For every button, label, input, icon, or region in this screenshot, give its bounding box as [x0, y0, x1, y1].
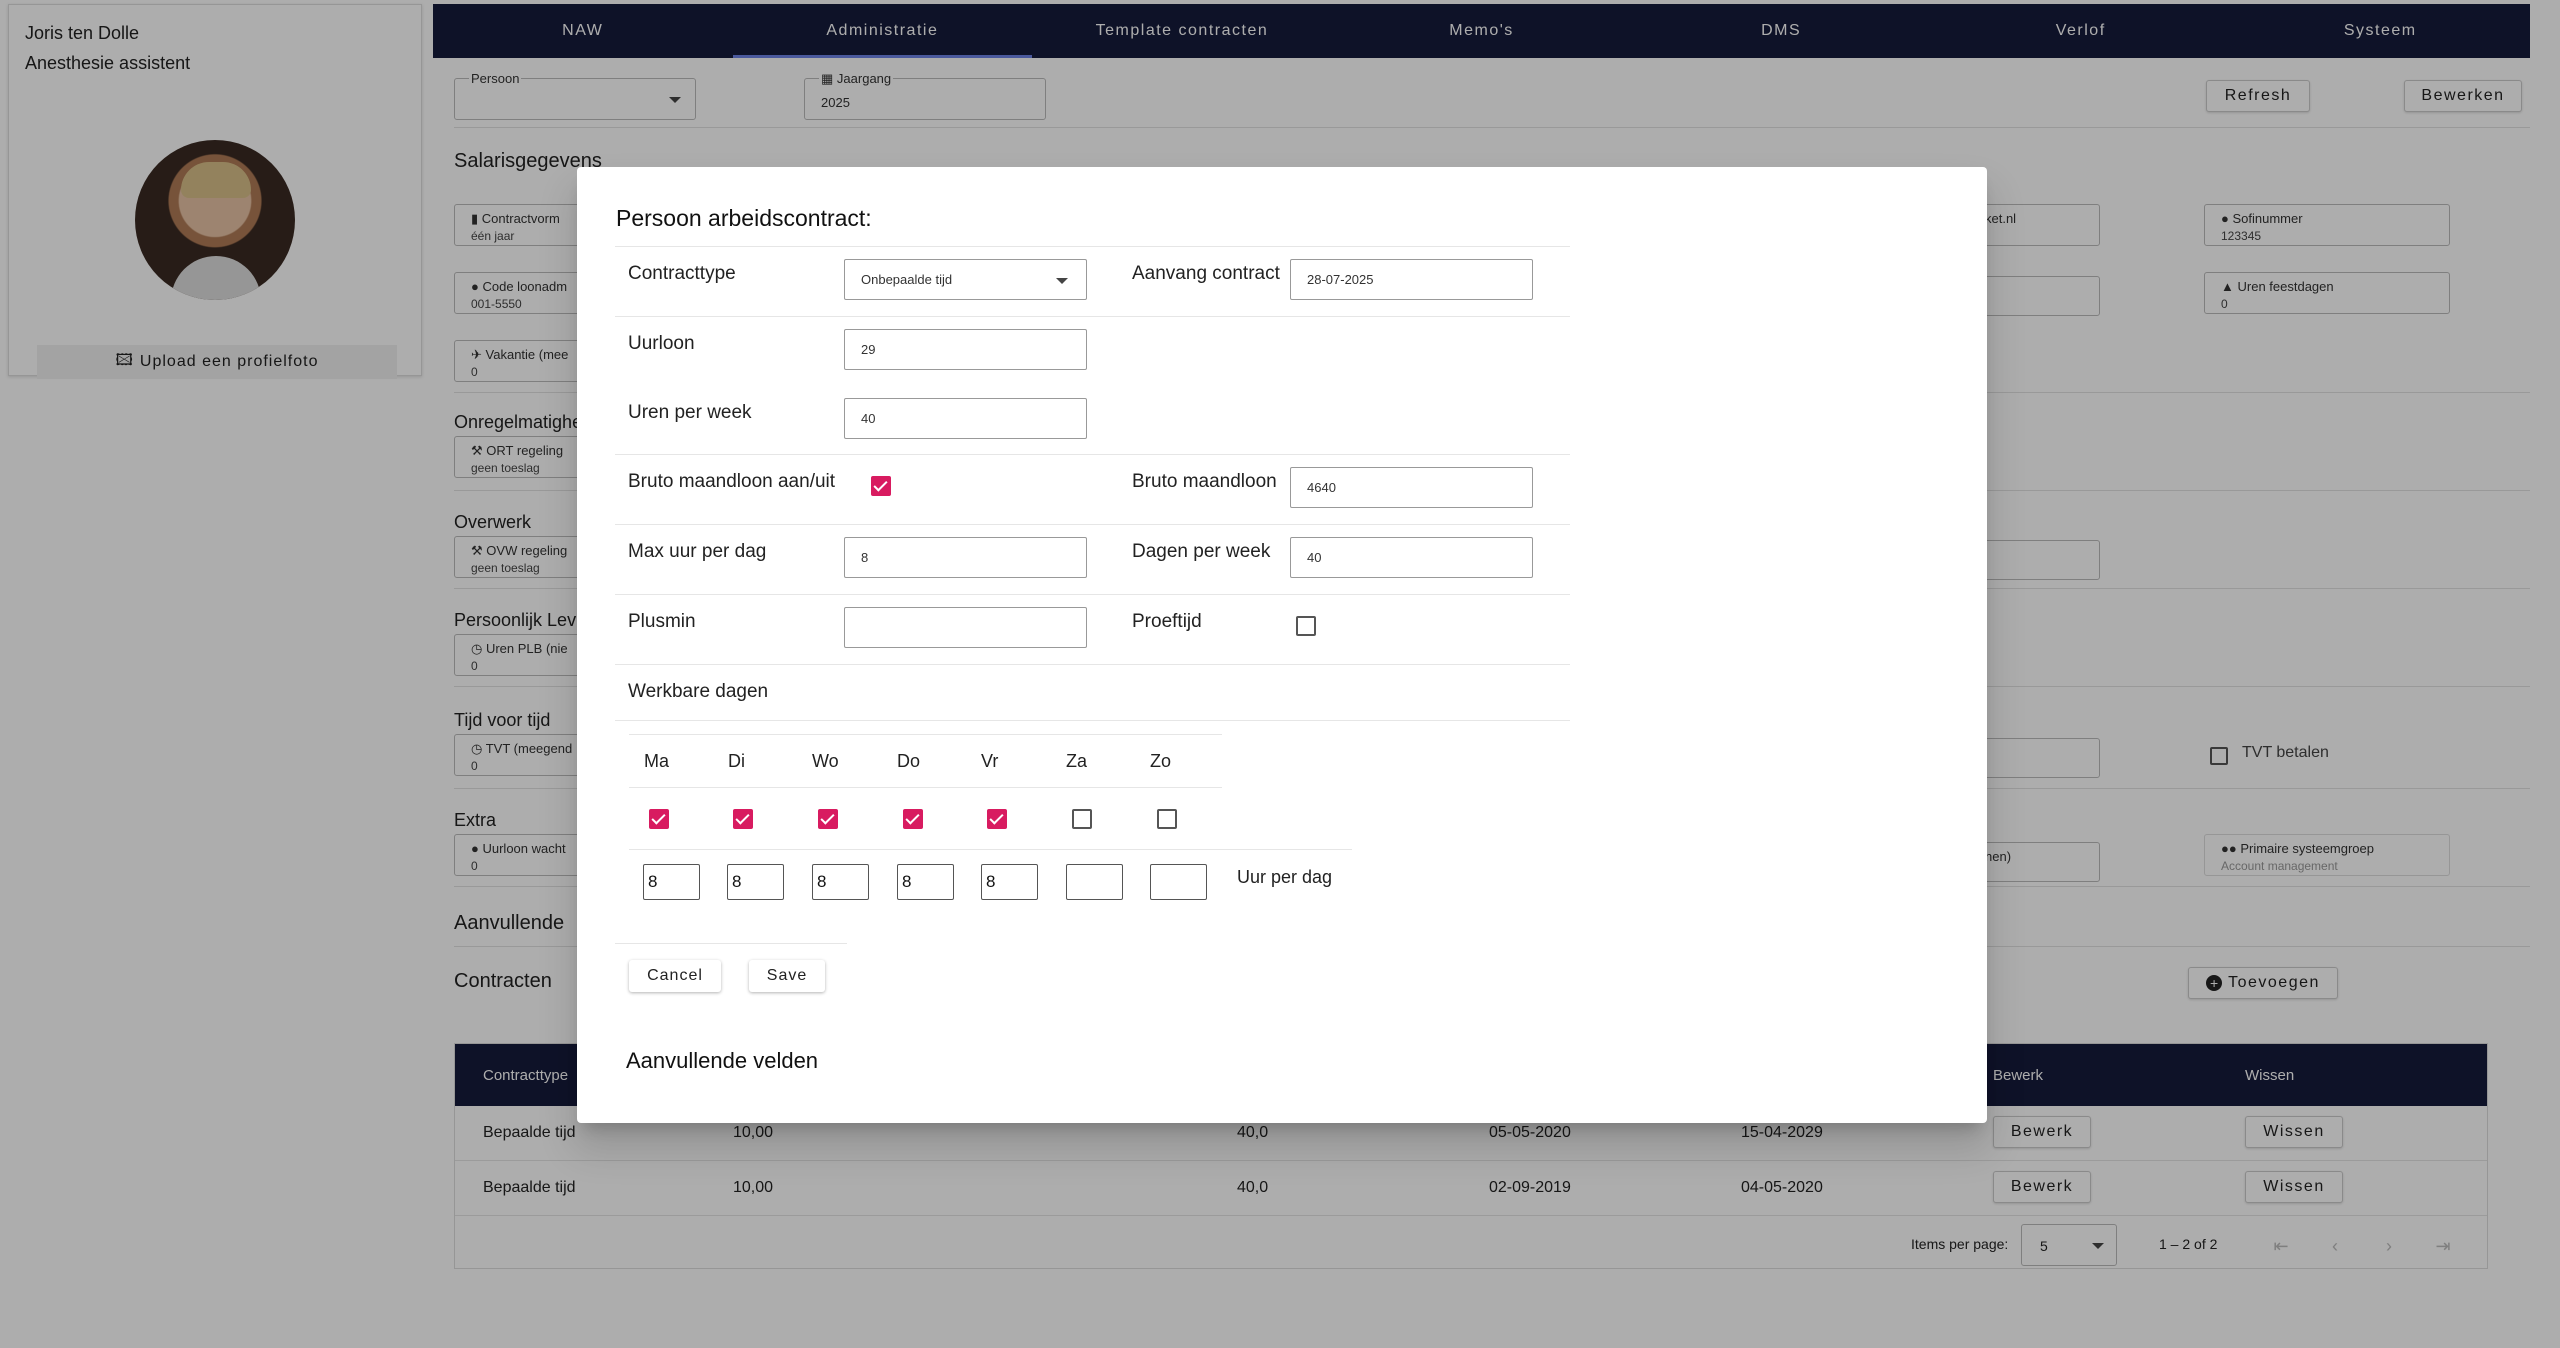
proeftijd-checkbox[interactable]: [1296, 616, 1316, 636]
form-row: Uurloon 29: [615, 316, 1570, 386]
form-row: Uren per week 40: [615, 386, 1120, 456]
day-checkbox-di[interactable]: [733, 809, 753, 829]
uurloon-input[interactable]: 29: [844, 329, 1087, 370]
day-checkbox-do[interactable]: [903, 809, 923, 829]
proeftijd-label: Proeftijd: [1132, 611, 1202, 632]
day-label-do: Do: [897, 751, 921, 771]
hours-input-zo[interactable]: [1150, 864, 1207, 900]
max-uur-input[interactable]: 8: [844, 537, 1087, 578]
day-checkbox-vr[interactable]: [987, 809, 1007, 829]
divider: [615, 720, 1570, 721]
day-label-za: Za: [1066, 751, 1088, 771]
divider: [615, 943, 847, 944]
uurloon-value: 29: [861, 342, 876, 357]
max-uur-value: 8: [861, 550, 869, 565]
aanvang-input[interactable]: 28-07-2025: [1290, 259, 1533, 300]
hours-input-ma[interactable]: 8: [643, 864, 700, 900]
bruto-toggle-label: Bruto maandloon aan/uit: [628, 471, 836, 492]
dialog-title: Persoon arbeidscontract:: [616, 205, 872, 231]
form-row: Contracttype Onbepaalde tijd Aanvang con…: [615, 246, 1570, 316]
bruto-value: 4640: [1307, 480, 1336, 495]
cancel-button[interactable]: Cancel: [629, 960, 721, 992]
divider: [629, 849, 1352, 850]
day-checkbox-ma[interactable]: [649, 809, 669, 829]
form-row: Werkbare dagen: [615, 664, 1570, 720]
divider: [629, 734, 1222, 735]
plusmin-input[interactable]: [844, 607, 1087, 648]
dagen-week-label: Dagen per week: [1132, 541, 1271, 562]
plusmin-label: Plusmin: [628, 611, 696, 632]
form-row: Max uur per dag 8 Dagen per week 40: [615, 524, 1570, 594]
day-label-zo: Zo: [1150, 751, 1172, 771]
dagen-week-input[interactable]: 40: [1290, 537, 1533, 578]
contract-dialog: Persoon arbeidscontract: Contracttype On…: [577, 167, 1987, 1123]
aanvang-value: 28-07-2025: [1307, 272, 1374, 287]
day-checkbox-wo[interactable]: [818, 809, 838, 829]
hours-input-wo[interactable]: 8: [812, 864, 869, 900]
uur-per-dag-label: Uur per dag: [1237, 867, 1333, 887]
uren-week-label: Uren per week: [628, 402, 752, 423]
bruto-label: Bruto maandloon: [1132, 471, 1277, 492]
contracttype-select[interactable]: Onbepaalde tijd: [844, 259, 1087, 300]
hours-input-di[interactable]: 8: [727, 864, 784, 900]
day-label-vr: Vr: [981, 751, 999, 771]
form-row: Bruto maandloon aan/uit Bruto maandloon …: [615, 454, 1570, 524]
form-row: Plusmin Proeftijd: [615, 594, 1570, 664]
contracttype-value: Onbepaalde tijd: [861, 272, 953, 287]
uurloon-label: Uurloon: [628, 333, 695, 354]
uren-week-value: 40: [861, 411, 876, 426]
max-uur-label: Max uur per dag: [628, 541, 767, 562]
day-checkbox-za[interactable]: [1072, 809, 1092, 829]
hours-input-vr[interactable]: 8: [981, 864, 1038, 900]
bruto-toggle-checkbox[interactable]: [871, 476, 891, 496]
aanvullende-velden-title: Aanvullende velden: [626, 1048, 819, 1073]
hours-input-za[interactable]: [1066, 864, 1123, 900]
divider: [629, 787, 1222, 788]
dagen-week-value: 40: [1307, 550, 1322, 565]
aanvang-label: Aanvang contract: [1132, 263, 1280, 284]
chevron-down-icon: [1056, 278, 1068, 284]
contracttype-label: Contracttype: [628, 263, 736, 284]
day-label-di: Di: [728, 751, 745, 771]
bruto-input[interactable]: 4640: [1290, 467, 1533, 508]
werkbare-dagen-label: Werkbare dagen: [628, 681, 769, 702]
save-button[interactable]: Save: [749, 960, 825, 992]
day-label-wo: Wo: [812, 751, 839, 771]
day-label-ma: Ma: [644, 751, 670, 771]
day-checkbox-zo[interactable]: [1157, 809, 1177, 829]
uren-week-input[interactable]: 40: [844, 398, 1087, 439]
hours-input-do[interactable]: 8: [897, 864, 954, 900]
